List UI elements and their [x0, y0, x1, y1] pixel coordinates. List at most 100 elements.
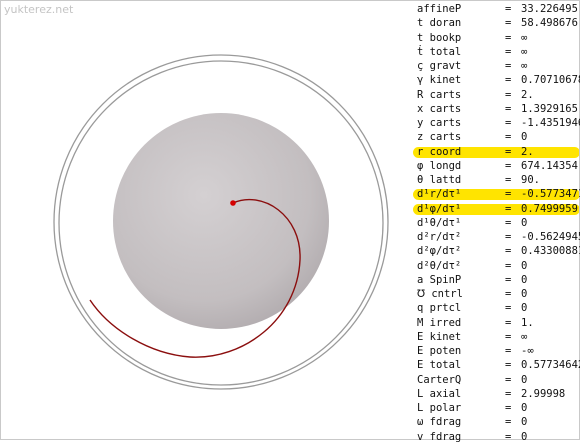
readout-label: ç gravt	[417, 60, 462, 72]
readout-value: 674.14354	[521, 159, 578, 172]
readout-value: ∞	[521, 45, 528, 58]
orbit-visualization[interactable]	[0, 0, 412, 440]
equals-sign: =	[505, 359, 512, 372]
equals-sign: =	[505, 373, 512, 386]
readout-value: 0.7499959	[521, 202, 578, 215]
readout-value: ∞	[521, 60, 528, 72]
readout-value: 0.70710678	[521, 74, 580, 87]
readout-label: E kinet	[417, 330, 462, 343]
readout-label: d¹θ/dτ¹	[417, 216, 462, 229]
readout-row: M irred = 1.	[413, 316, 579, 330]
readout-label: d¹φ/dτ¹	[417, 202, 462, 215]
equals-sign: =	[505, 31, 512, 44]
readout-row: L polar = 0	[413, 401, 579, 415]
readout-row: ṫ total = ∞	[413, 45, 579, 59]
readout-label: r coord	[417, 145, 462, 158]
readout-row: R carts = 2.	[413, 88, 579, 102]
readout-label: q prtcl	[417, 302, 462, 315]
readout-label: d²φ/dτ²	[417, 245, 462, 258]
equals-sign: =	[505, 102, 512, 115]
equals-sign: =	[505, 117, 512, 129]
equals-sign: =	[505, 288, 512, 300]
readout-row: y carts = -1.4351946	[413, 116, 580, 130]
readout-row: affineP = 33.226495	[413, 2, 579, 16]
equals-sign: =	[505, 88, 512, 101]
readout-value: ∞	[521, 31, 528, 44]
readout-label: a SpinP	[417, 273, 462, 286]
readout-row: t bookp = ∞	[413, 31, 579, 45]
readout-label: γ kinet	[417, 74, 462, 87]
equals-sign: =	[505, 159, 512, 172]
readout-value: -0.56249454	[521, 231, 580, 243]
readout-row: E kinet = ∞	[413, 330, 579, 344]
equals-sign: =	[505, 3, 512, 15]
readout-row: φ longd = 674.14354	[413, 159, 579, 173]
readout-row: E poten = -∞	[413, 344, 579, 358]
readout-label: R carts	[417, 88, 462, 101]
readout-value: 0	[521, 273, 528, 286]
readout-value: -1.4351946	[521, 117, 580, 129]
readout-value: 0	[521, 288, 528, 300]
readout-value: 90.	[521, 174, 540, 186]
readout-value: -∞	[521, 345, 534, 357]
readout-label: v fdrag	[417, 430, 462, 443]
readout-value: 58.498676	[521, 17, 578, 30]
readout-row: d¹r/dτ¹ = -0.5773471	[413, 187, 580, 201]
equals-sign: =	[505, 174, 512, 186]
readout-value: 1.3929165	[521, 102, 578, 115]
equals-sign: =	[505, 131, 512, 144]
readout-label: ω fdrag	[417, 416, 462, 429]
equals-sign: =	[505, 216, 512, 229]
readout-row: CarterQ = 0	[413, 373, 579, 387]
readout-row: ℧ cntrl = 0	[413, 287, 579, 301]
readout-label: t bookp	[417, 31, 462, 44]
readout-label: CarterQ	[417, 373, 462, 386]
readout-value: 0	[521, 430, 528, 443]
readout-label: θ lattd	[417, 174, 462, 186]
equals-sign: =	[505, 245, 512, 258]
equals-sign: =	[505, 231, 512, 243]
readout-row: d¹φ/dτ¹ = 0.7499959	[413, 202, 580, 216]
readout-label: affineP	[417, 3, 462, 15]
readout-label: ℧ cntrl	[417, 288, 463, 300]
readout-value: -0.5773471	[521, 188, 580, 201]
readout-row: r coord = 2.	[413, 145, 580, 159]
readout-row: q prtcl = 0	[413, 301, 579, 315]
readout-value: 0	[521, 131, 528, 144]
readout-label: d²θ/dτ²	[417, 259, 462, 272]
readout-value: 2.	[521, 88, 534, 101]
readout-row: γ kinet = 0.70710678	[413, 73, 580, 87]
readout-panel: affineP = 33.226495 t doran = 58.498676 t book…	[413, 2, 580, 444]
readout-row: ç gravt = ∞	[413, 59, 579, 73]
readout-label: t doran	[417, 17, 462, 30]
equals-sign: =	[505, 188, 512, 201]
equals-sign: =	[505, 345, 512, 357]
readout-row: x carts = 1.3929165	[413, 102, 579, 116]
equals-sign: =	[505, 145, 512, 158]
readout-row: L axial = 2.99998	[413, 387, 579, 401]
readout-row: d¹θ/dτ¹ = 0	[413, 216, 579, 230]
readout-row: θ lattd = 90.	[413, 173, 579, 187]
readout-value: 0.43300881	[521, 245, 580, 258]
equals-sign: =	[505, 302, 512, 315]
readout-label: d¹r/dτ¹	[417, 188, 462, 201]
readout-row: d²r/dτ² = -0.56249454	[413, 230, 580, 244]
equals-sign: =	[505, 74, 512, 87]
equals-sign: =	[505, 259, 512, 272]
readout-value: 0	[521, 402, 528, 414]
equals-sign: =	[505, 17, 512, 30]
equals-sign: =	[505, 402, 512, 414]
equals-sign: =	[505, 330, 512, 343]
readout-row: z carts = 0	[413, 130, 579, 144]
readout-row: d²θ/dτ² = 0	[413, 259, 579, 273]
readout-value: 0	[521, 259, 528, 272]
readout-value: 0	[521, 373, 528, 386]
readout-label: d²r/dτ²	[417, 231, 462, 243]
equals-sign: =	[505, 387, 512, 400]
readout-label: M irred	[417, 316, 462, 329]
equals-sign: =	[505, 430, 512, 443]
readout-label: L polar	[417, 402, 462, 414]
equals-sign: =	[505, 316, 512, 329]
readout-value: 1.	[521, 316, 534, 329]
readout-label: y carts	[417, 117, 462, 129]
